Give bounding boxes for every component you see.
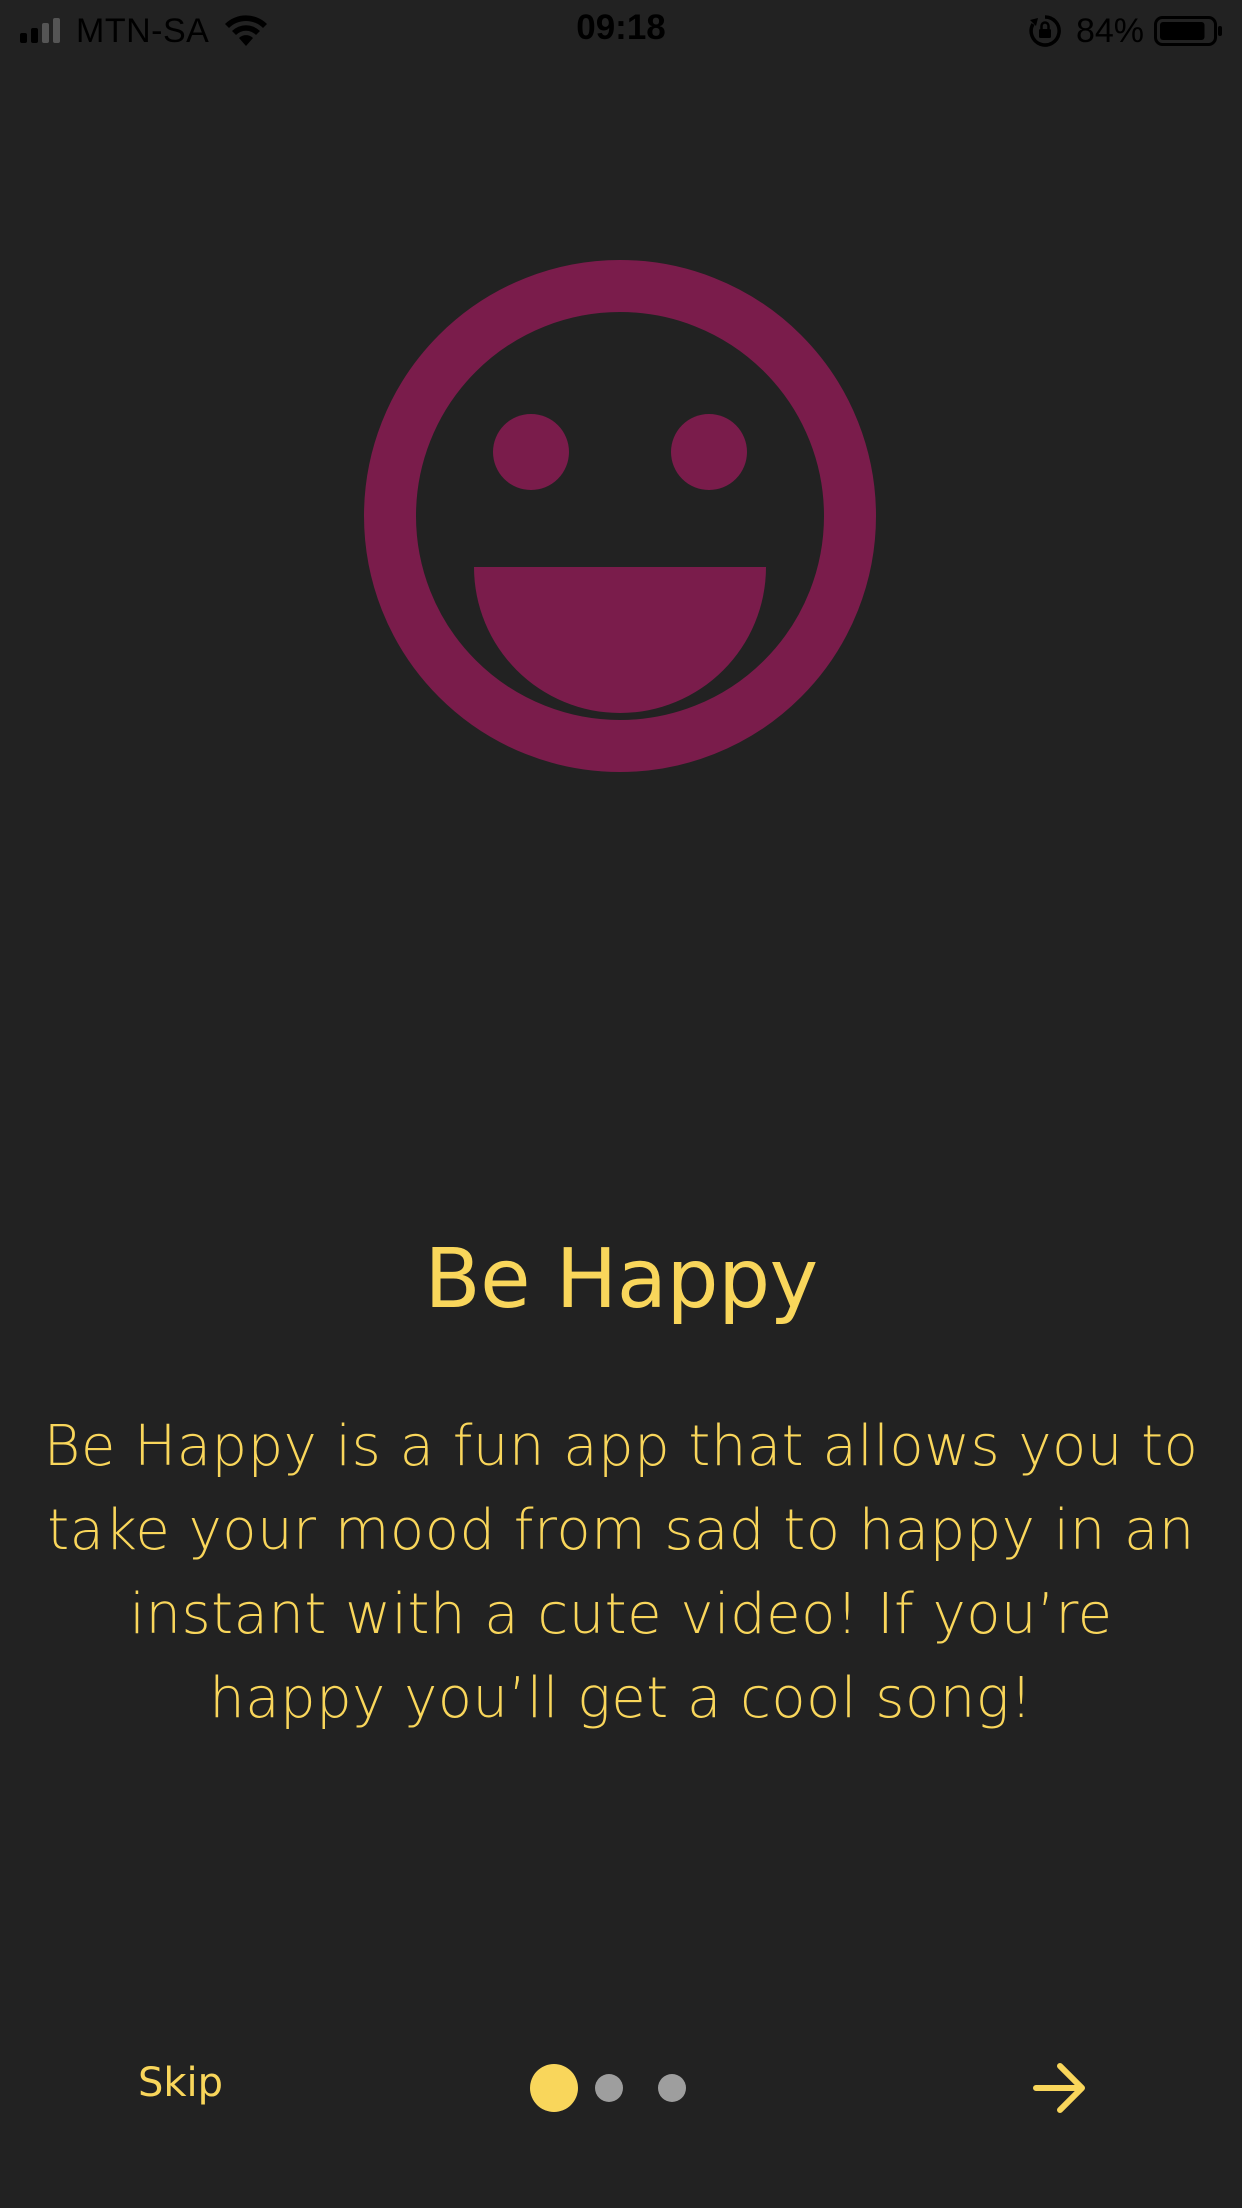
- page-title: Be Happy: [424, 1232, 818, 1327]
- battery-icon: [1154, 16, 1222, 46]
- battery-percent: 84%: [1075, 11, 1144, 50]
- page-dot-3[interactable]: [658, 2074, 686, 2102]
- status-right: 84%: [1028, 10, 1224, 52]
- page-dot-1[interactable]: [530, 2064, 578, 2112]
- description-text: Be Happy is a fun app that allows you to…: [43, 1414, 1199, 1731]
- status-bar: MTN-SA 09:18 84%: [0, 0, 1242, 62]
- orientation-lock-icon: [1029, 15, 1061, 47]
- arrow-right-icon[interactable]: [1032, 2061, 1088, 2115]
- smiley-face-icon: [364, 260, 876, 772]
- page-dot-2[interactable]: [595, 2074, 623, 2102]
- skip-button[interactable]: Skip: [138, 2060, 223, 2106]
- page-indicator: [530, 2063, 721, 2113]
